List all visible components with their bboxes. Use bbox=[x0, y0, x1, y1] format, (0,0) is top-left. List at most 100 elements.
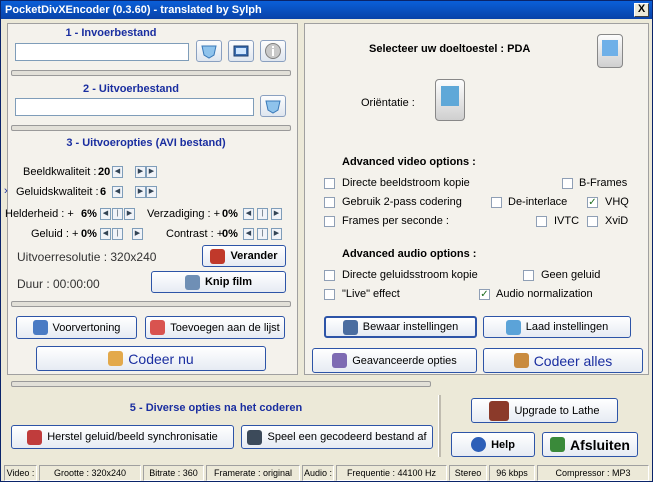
input-section-title: 1 - Invoerbestand bbox=[65, 27, 157, 39]
browse-output-button[interactable] bbox=[260, 95, 286, 117]
divider bbox=[11, 381, 431, 387]
saturation-down[interactable]: ◀ bbox=[243, 208, 254, 220]
people-icon bbox=[108, 351, 124, 366]
deinterlace-checkbox[interactable] bbox=[491, 197, 502, 208]
contrast-label: Contrast : + bbox=[166, 228, 224, 240]
input-file-field[interactable] bbox=[15, 43, 189, 61]
shield-icon bbox=[201, 45, 217, 59]
encode-all-button[interactable]: Codeer alles bbox=[483, 348, 643, 373]
sound-quality-up[interactable]: ▶ bbox=[135, 186, 146, 198]
vertical-divider bbox=[438, 395, 441, 457]
play-encoded-button[interactable]: Speel een gecodeerd bestand af bbox=[241, 425, 433, 449]
sound-quality-down[interactable]: ◀ bbox=[112, 186, 123, 198]
exit-icon bbox=[550, 437, 566, 452]
video-info-button[interactable] bbox=[228, 40, 254, 62]
advanced-options-button[interactable]: Geavanceerde opties bbox=[312, 348, 477, 373]
no-sound-checkbox[interactable] bbox=[523, 270, 534, 281]
vhq-label: VHQ bbox=[605, 196, 629, 208]
load-settings-button[interactable]: Laad instellingen bbox=[483, 316, 631, 338]
active-row-marker: › bbox=[4, 185, 8, 197]
two-pass-checkbox[interactable] bbox=[324, 197, 335, 208]
status-frequency: Frequentie : 44100 Hz bbox=[336, 465, 447, 481]
sync-icon bbox=[27, 429, 43, 445]
audio-options-title: Advanced audio options : bbox=[342, 248, 477, 260]
status-size: Grootte : 320x240 bbox=[39, 465, 141, 481]
two-pass-label: Gebruik 2-pass codering bbox=[342, 196, 462, 208]
status-audio: Audio : bbox=[302, 465, 334, 481]
ivtc-checkbox[interactable] bbox=[536, 216, 547, 227]
divider bbox=[11, 301, 291, 307]
save-icon bbox=[342, 319, 358, 335]
contrast-reset[interactable]: | bbox=[257, 228, 268, 240]
normalization-checkbox[interactable]: ✓ bbox=[479, 289, 490, 300]
vhq-checkbox[interactable]: ✓ bbox=[587, 197, 598, 208]
volume-down[interactable]: ◀ bbox=[100, 228, 111, 240]
bframes-label: B-Frames bbox=[579, 177, 628, 189]
fps-label: Frames per seconde : bbox=[342, 215, 449, 227]
image-quality-max[interactable]: ▶ bbox=[146, 166, 157, 178]
live-effect-checkbox[interactable] bbox=[324, 289, 335, 300]
pda-device-icon[interactable] bbox=[597, 34, 623, 68]
browse-input-button[interactable] bbox=[196, 40, 222, 62]
deinterlace-label: De-interlace bbox=[508, 196, 568, 208]
fps-checkbox[interactable] bbox=[324, 216, 335, 227]
image-quality-label: Beeldkwaliteit : bbox=[23, 166, 97, 178]
duration-label: Duur : 00:00:00 bbox=[17, 277, 100, 291]
image-quality-up[interactable]: ▶ bbox=[135, 166, 146, 178]
encode-now-button[interactable]: Codeer nu bbox=[36, 346, 266, 371]
saturation-label: Verzadiging : + bbox=[147, 208, 221, 220]
device-select-label: Selecteer uw doeltoestel : PDA bbox=[369, 43, 531, 55]
preview-button[interactable]: Voorvertoning bbox=[16, 316, 137, 339]
orientation-icon[interactable] bbox=[435, 79, 465, 121]
contrast-up[interactable]: ▶ bbox=[271, 228, 282, 240]
saturation-up[interactable]: ▶ bbox=[271, 208, 282, 220]
help-icon bbox=[471, 437, 487, 452]
direct-stream-checkbox[interactable] bbox=[324, 178, 335, 189]
load-icon bbox=[505, 319, 521, 335]
add-list-icon bbox=[150, 320, 166, 335]
xvid-checkbox[interactable] bbox=[587, 216, 598, 227]
lathe-icon bbox=[489, 400, 510, 421]
status-video: Video : bbox=[4, 465, 37, 481]
live-effect-label: "Live" effect bbox=[342, 288, 400, 300]
scissors-icon bbox=[184, 274, 200, 290]
info-button[interactable] bbox=[260, 40, 286, 62]
contrast-down[interactable]: ◀ bbox=[243, 228, 254, 240]
image-quality-down[interactable]: ◀ bbox=[112, 166, 123, 178]
brightness-up[interactable]: ▶ bbox=[124, 208, 135, 220]
volume-value: 0% bbox=[81, 228, 97, 240]
sound-quality-max[interactable]: ▶ bbox=[146, 186, 157, 198]
brightness-value: 6% bbox=[81, 208, 97, 220]
change-resolution-button[interactable]: Verander bbox=[202, 245, 286, 267]
output-file-field[interactable] bbox=[15, 98, 254, 116]
brightness-label: Helderheid : + bbox=[5, 208, 74, 220]
help-button[interactable]: Help bbox=[451, 432, 535, 457]
close-window-button[interactable]: X bbox=[634, 3, 649, 17]
info-icon bbox=[265, 43, 281, 59]
bframes-checkbox[interactable] bbox=[562, 178, 573, 189]
cut-film-button[interactable]: Knip film bbox=[151, 271, 286, 293]
resolution-label: Uitvoerresolutie : 320x240 bbox=[17, 250, 157, 264]
title-bar: PocketDivXEncoder (0.3.60) - translated … bbox=[1, 1, 652, 19]
output-section-title: 2 - Uitvoerbestand bbox=[83, 83, 179, 95]
upgrade-button[interactable]: Upgrade to Lathe bbox=[471, 398, 618, 423]
resize-icon bbox=[210, 248, 226, 264]
sound-quality-label: Geluidskwaliteit : bbox=[16, 186, 99, 198]
direct-sound-label: Directe geluidsstroom kopie bbox=[342, 269, 478, 281]
volume-up[interactable]: ▶ bbox=[132, 228, 143, 240]
main-window: PocketDivXEncoder (0.3.60) - translated … bbox=[0, 0, 653, 482]
image-quality-value: 20 bbox=[98, 166, 111, 178]
direct-sound-checkbox[interactable] bbox=[324, 270, 335, 281]
brightness-reset[interactable]: | bbox=[112, 208, 123, 220]
brightness-down[interactable]: ◀ bbox=[100, 208, 111, 220]
save-settings-button[interactable]: Bewaar instellingen bbox=[324, 316, 477, 338]
battery-icon bbox=[513, 353, 529, 368]
ivtc-label: IVTC bbox=[554, 215, 580, 227]
status-kbps: 96 kbps bbox=[489, 465, 535, 481]
volume-reset[interactable]: | bbox=[112, 228, 123, 240]
saturation-reset[interactable]: | bbox=[257, 208, 268, 220]
direct-stream-label: Directe beeldstroom kopie bbox=[342, 177, 470, 189]
repair-sync-button[interactable]: Herstel geluid/beeld synchronisatie bbox=[11, 425, 234, 449]
close-app-button[interactable]: Afsluiten bbox=[542, 432, 638, 457]
add-to-list-button[interactable]: Toevoegen aan de lijst bbox=[145, 316, 285, 339]
